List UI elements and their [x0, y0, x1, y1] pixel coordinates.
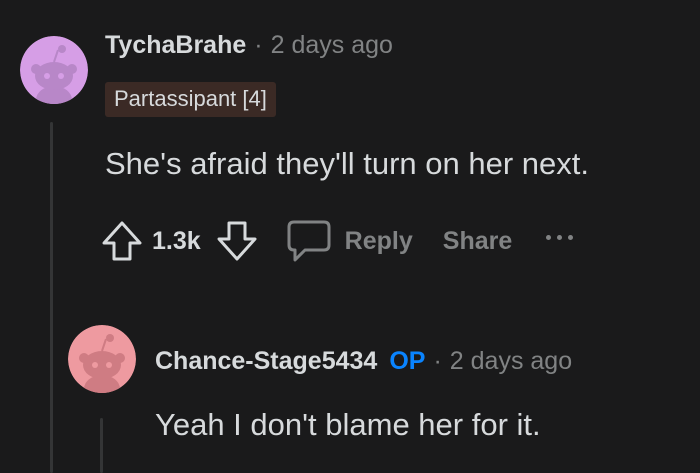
- ellipsis-icon: [557, 234, 563, 240]
- comment-body: She's afraid they'll turn on her next.: [105, 146, 589, 181]
- reply-thread-line[interactable]: [100, 418, 103, 473]
- separator-dot: ·: [433, 347, 442, 375]
- thread-collapse-line[interactable]: [50, 122, 53, 473]
- share-button[interactable]: Share: [443, 227, 512, 256]
- reply-author[interactable]: Chance-Stage5434: [155, 347, 377, 376]
- reply-meta: Chance-Stage5434 OP · 2 days ago: [155, 347, 572, 376]
- comment-actions: 1.3k Reply Share: [100, 216, 574, 266]
- arrow-down-icon: [217, 221, 257, 261]
- reddit-snoo-icon: [20, 36, 88, 104]
- vote-count: 1.3k: [152, 226, 201, 255]
- user-flair: Partassipant [4]: [105, 82, 276, 117]
- avatar[interactable]: [20, 36, 88, 104]
- downvote-button[interactable]: [215, 219, 259, 263]
- separator-dot: ·: [254, 31, 263, 59]
- reddit-snoo-icon: [68, 325, 136, 393]
- ellipsis-icon: [568, 234, 574, 240]
- reply-timestamp[interactable]: 2 days ago: [450, 347, 572, 376]
- more-options-button[interactable]: [546, 234, 574, 240]
- reply-icon-button[interactable]: [285, 218, 333, 264]
- arrow-up-icon: [102, 221, 142, 261]
- comment-meta: TychaBrahe · 2 days ago: [105, 31, 393, 60]
- upvote-button[interactable]: [100, 219, 144, 263]
- op-badge: OP: [389, 347, 426, 375]
- comment-thread: TychaBrahe · 2 days ago Partassipant [4]…: [0, 0, 700, 473]
- comment-author[interactable]: TychaBrahe: [105, 31, 246, 60]
- comment-timestamp[interactable]: 2 days ago: [271, 31, 393, 60]
- reply-avatar[interactable]: [68, 325, 136, 393]
- reply-button[interactable]: Reply: [345, 227, 413, 256]
- speech-bubble-icon: [287, 220, 331, 262]
- ellipsis-icon: [546, 234, 552, 240]
- reply-body: Yeah I don't blame her for it.: [155, 407, 541, 442]
